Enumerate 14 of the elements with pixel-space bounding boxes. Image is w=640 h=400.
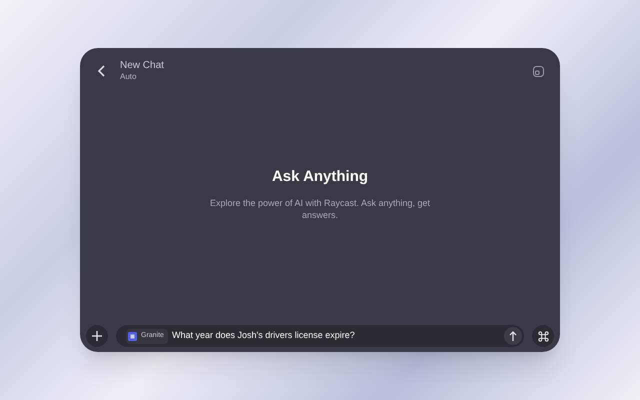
model-icon — [128, 332, 137, 340]
send-button[interactable] — [504, 327, 522, 345]
window-title: New Chat — [120, 60, 164, 72]
hero-text: Explore the power of AI with Raycast. Ask anything, get answers. — [208, 196, 432, 221]
up-arrow-icon — [509, 331, 517, 341]
back-icon — [98, 65, 106, 77]
add-button[interactable] — [86, 325, 108, 347]
hero-title: Ask Anything — [272, 167, 368, 188]
window-subtitle: Auto — [120, 72, 138, 82]
plus-icon — [92, 331, 102, 341]
command-button[interactable] — [532, 325, 554, 347]
message-input[interactable]: What year does Josh's drivers license expire? — [172, 329, 500, 343]
expand-icon — [532, 66, 544, 76]
command-icon — [538, 330, 548, 342]
